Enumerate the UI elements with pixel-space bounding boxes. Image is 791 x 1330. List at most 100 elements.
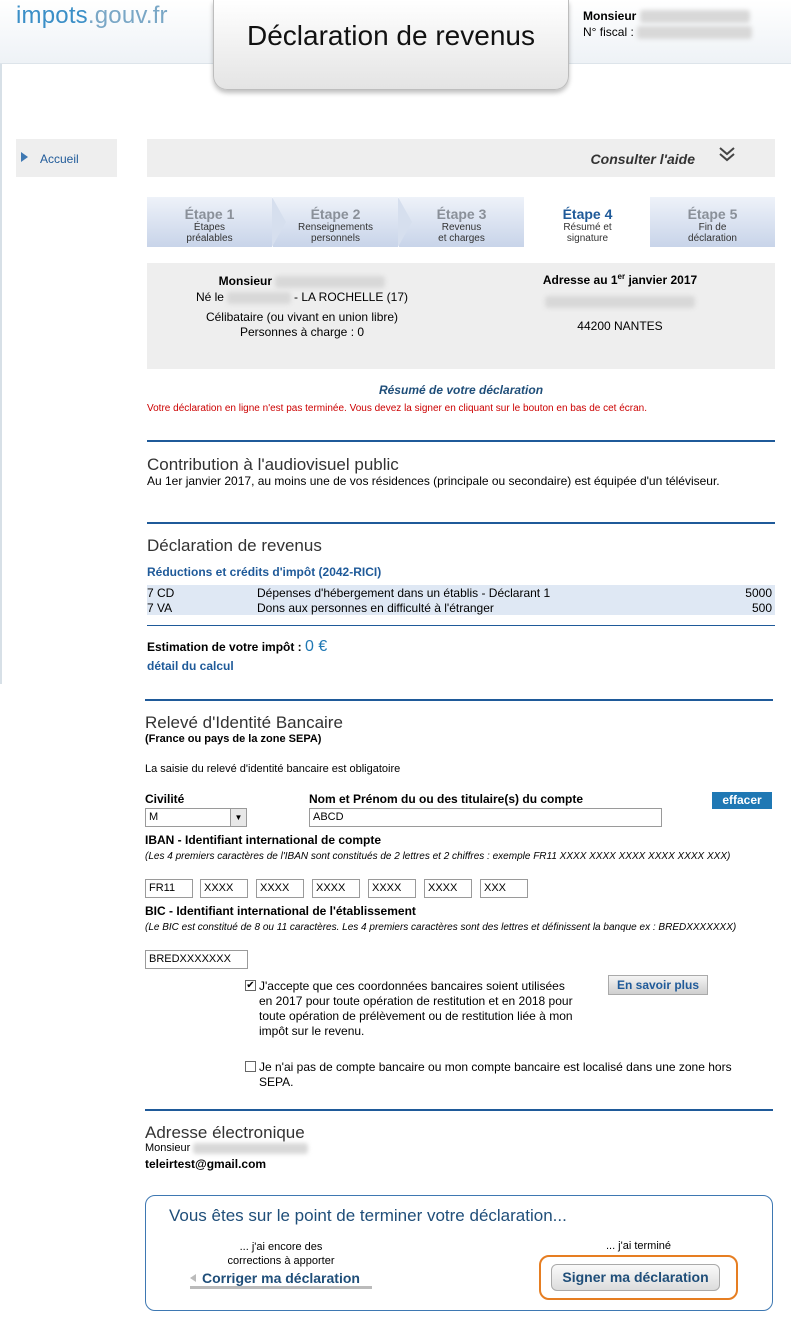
step-subtitle: Résumé et [563, 222, 612, 233]
summary-title: Résumé de votre déclaration [378, 383, 544, 397]
iban-field-value: XXXX [260, 882, 290, 894]
row-code: 7 CD [147, 586, 175, 600]
address-city: 44200 NANTES [577, 319, 663, 333]
row-amount: 5000 [745, 586, 772, 600]
taxpayer-info-box: Monsieur Né le - LA ROCHELLE (17) Célibat… [147, 263, 775, 369]
page-title: Déclaration de revenus [247, 20, 535, 51]
civility-label: Civilité [145, 792, 185, 806]
redacted-name [275, 275, 386, 288]
audiovisual-text: Au 1er janvier 2017, au moins une de vos… [147, 474, 720, 488]
rib-mandatory-note: La saisie du relevé d'identité bancaire … [145, 763, 401, 775]
holder-name-input[interactable]: ABCD [309, 808, 662, 827]
iban-field-value: XXXX [204, 882, 234, 894]
revenue-subtitle: Réductions et crédits d'impôt (2042-RICI… [147, 565, 382, 579]
row-label: Dépenses d'hébergement dans un établis -… [257, 586, 551, 600]
user-civility: Monsieur [583, 9, 637, 23]
address-title: Adresse au 1er janvier 2017 [465, 272, 775, 287]
iban-field[interactable]: XXXX [368, 879, 416, 898]
logo-suffix: .gouv.fr [87, 2, 168, 29]
iban-field[interactable]: XXXX [424, 879, 472, 898]
sidebar-item-home[interactable]: Accueil [16, 139, 117, 177]
iban-field[interactable]: FR11 [145, 879, 193, 898]
accept-checkbox[interactable]: ✔ [245, 980, 256, 991]
section-divider [145, 1109, 773, 1111]
iban-field[interactable]: XXXX [312, 879, 360, 898]
double-chevron-down-icon[interactable] [717, 145, 737, 170]
birth-place: - LA ROCHELLE (17) [293, 290, 409, 304]
iban-label: IBAN - Identifiant international de comp… [145, 833, 382, 847]
no-account-checkbox[interactable] [245, 1061, 256, 1072]
step-subtitle: Fin de [698, 222, 727, 233]
step-title: Étape 3 [436, 206, 487, 222]
birth-prefix: Né le [195, 290, 224, 304]
page-title-tab: Déclaration de revenus [213, 0, 569, 90]
iban-field[interactable]: XXXX [256, 879, 304, 898]
civility-value: M [149, 811, 159, 823]
help-bar[interactable]: Consulter l'aide [147, 139, 775, 177]
chevron-down-icon[interactable]: ▼ [230, 809, 246, 826]
learn-more-button[interactable]: En savoir plus [608, 975, 708, 995]
table-row: 7 VA Dons aux personnes en difficulté à … [147, 600, 775, 615]
step-subtitle: personnels [311, 233, 360, 244]
address-street [465, 294, 775, 308]
row-amount: 500 [751, 601, 772, 615]
email-civility: Monsieur [145, 1142, 191, 1154]
address-title-text: janvier 2017 [625, 273, 698, 287]
step-subtitle: Renseignements [297, 222, 374, 233]
email-title: Adresse électronique [145, 1123, 305, 1142]
iban-field-value: XXXX [428, 882, 458, 894]
step-arrow [272, 197, 286, 247]
audiovisual-title: Contribution à l'audiovisuel public [147, 455, 399, 474]
table-divider [147, 625, 775, 626]
sign-declaration-button[interactable]: Signer ma déclaration [551, 1264, 720, 1291]
sign-button-highlight: Signer ma déclaration [539, 1255, 738, 1300]
row-code: 7 VA [147, 601, 173, 615]
step-indicator: Étape 1 Étapes préalables Étape 2 Rensei… [147, 197, 775, 247]
step-2: Étape 2 Renseignements personnels [273, 197, 412, 247]
address-title-sup: er [617, 272, 626, 281]
tax-estimate-value: 0 € [305, 638, 328, 655]
section-divider [145, 699, 773, 701]
user-info: Monsieur N° fiscal : [583, 8, 753, 40]
row-label: Dons aux personnes en difficulté à l'étr… [257, 601, 494, 615]
help-label: Consulter l'aide [590, 151, 695, 167]
step-arrow [398, 197, 412, 247]
corrections-note-2: corrections à apporter [227, 1255, 335, 1267]
rib-title: Relevé d'Identité Bancaire [145, 713, 343, 732]
clear-button[interactable]: effacer [712, 792, 772, 809]
sidebar-item-label: Accueil [40, 152, 79, 166]
taxpayer-name-line: Monsieur [147, 274, 457, 288]
redacted-birthdate [226, 291, 291, 304]
step-subtitle: déclaration [688, 233, 737, 244]
redacted-fiscal-number [637, 26, 753, 40]
triangle-left-icon [190, 1274, 196, 1282]
revenue-title: Déclaration de revenus [147, 536, 322, 555]
bic-value: BREDXXXXXXX [149, 953, 231, 965]
email-address: teleirtest@gmail.com [145, 1157, 267, 1171]
calculation-detail-link[interactable]: détail du calcul [147, 659, 234, 673]
triangle-right-icon [21, 152, 28, 162]
holder-label: Nom et Prénom du ou des titulaire(s) du … [309, 792, 584, 806]
step-5: Étape 5 Fin de déclaration [650, 197, 775, 247]
bic-input[interactable]: BREDXXXXXXX [145, 950, 248, 969]
civility-select[interactable]: M ▼ [145, 808, 247, 827]
iban-field-value: FR11 [149, 882, 176, 894]
iban-field-value: XXXX [372, 882, 402, 894]
step-title: Étape 1 [184, 206, 235, 222]
bic-label: BIC - Identifiant international de l'éta… [145, 904, 416, 918]
step-4: Étape 4 Résumé et signature [525, 197, 650, 247]
impots-logo[interactable]: impots.gouv.fr [16, 2, 168, 30]
rib-subtitle: (France ou pays de la zone SEPA) [145, 733, 322, 745]
holder-name-value: ABCD [313, 811, 344, 823]
correct-declaration-label: Corriger ma déclaration [202, 1270, 360, 1286]
step-subtitle: Revenus [441, 222, 482, 233]
correct-declaration-button[interactable]: Corriger ma déclaration [190, 1270, 372, 1289]
iban-field[interactable]: XXXX [200, 879, 248, 898]
iban-field[interactable]: XXX [480, 879, 528, 898]
step-1: Étape 1 Étapes préalables [147, 197, 286, 247]
checkmark-icon: ✔ [246, 980, 255, 991]
logo-text: impots [16, 2, 88, 29]
finish-panel: Vous êtes sur le point de terminer votre… [145, 1195, 773, 1311]
birth-line: Né le - LA ROCHELLE (17) [147, 290, 457, 304]
dependents: Personnes à charge : 0 [239, 325, 365, 339]
